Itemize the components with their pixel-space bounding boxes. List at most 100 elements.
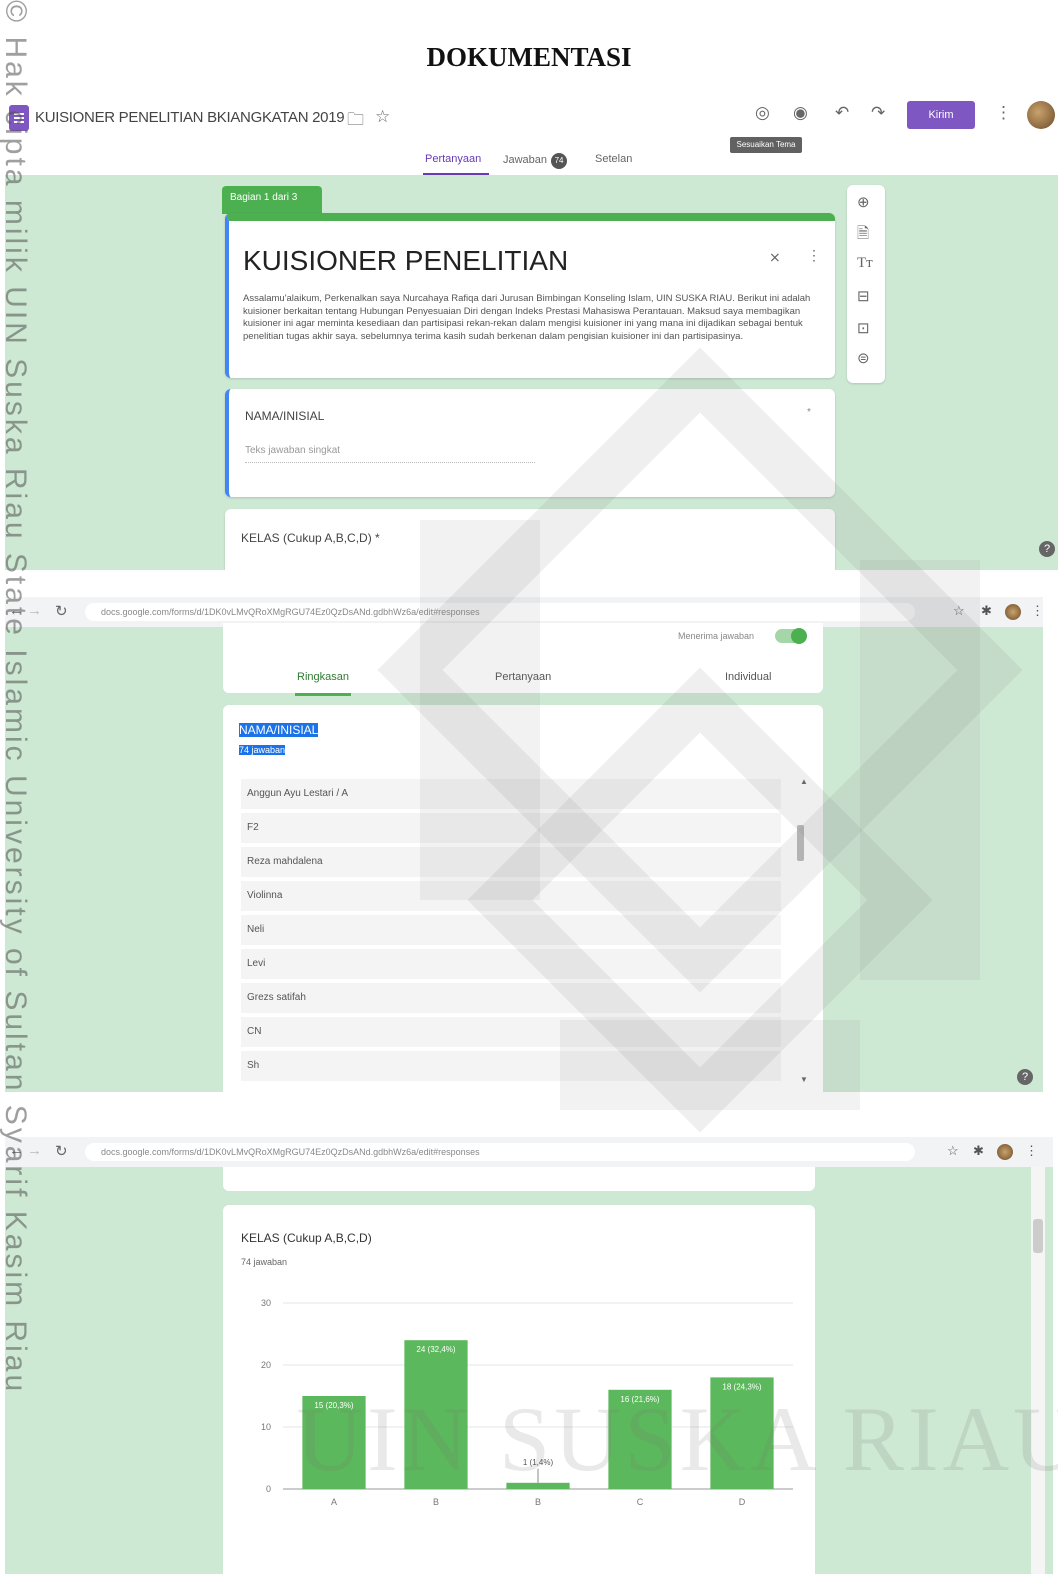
y-tick-label: 0 xyxy=(266,1484,271,1494)
forward-icon[interactable]: → xyxy=(27,602,42,619)
add-video-icon[interactable]: ⊡ xyxy=(857,319,870,337)
question-card-name[interactable]: NAMA/INISIAL * Teks jawaban singkat xyxy=(225,389,835,497)
avatar[interactable] xyxy=(1027,101,1055,129)
question-label[interactable]: KELAS (Cukup A,B,C,D) * xyxy=(241,531,380,545)
collapse-icon[interactable]: ⨯ xyxy=(769,249,781,266)
accepting-responses-label: Menerima jawaban xyxy=(678,631,755,641)
tab-summary[interactable]: Ringkasan xyxy=(297,671,349,683)
add-title-icon[interactable]: Tт xyxy=(857,255,873,272)
profile-avatar[interactable] xyxy=(1005,604,1021,620)
responses-count-badge: 74 xyxy=(551,153,568,169)
y-tick-label: 30 xyxy=(261,1298,271,1308)
response-count: 74 jawaban xyxy=(239,745,286,755)
floating-toolbar: ⊕ 🗎 Tт ⊟ ⊡ ⊜ xyxy=(847,185,885,383)
chart-title: KELAS (Cukup A,B,C,D) xyxy=(241,1231,372,1245)
tab-settings[interactable]: Setelan xyxy=(595,153,632,165)
card-title[interactable]: KUISIONER PENELITIAN xyxy=(243,245,568,277)
back-icon[interactable]: ← xyxy=(9,602,24,619)
extension-icon[interactable]: ✱ xyxy=(981,603,992,619)
form-header: KUISIONER PENELITIAN BKIANGKATAN 2019 🗀 … xyxy=(5,93,1058,176)
form-editor-screenshot: KUISIONER PENELITIAN BKIANGKATAN 2019 🗀 … xyxy=(5,93,1058,570)
data-label: 16 (21,6%) xyxy=(620,1395,659,1404)
bar-chart: 0 10 20 30 15 (20,3%) A 24 (32,4%) B 1 (1,4%) B 16… xyxy=(261,1298,793,1507)
more-vert-icon[interactable]: ⋮ xyxy=(995,103,1012,123)
bookmark-star-icon[interactable]: ☆ xyxy=(947,1143,959,1159)
import-questions-icon[interactable]: 🗎 xyxy=(857,223,869,248)
tab-responses-label: Jawaban xyxy=(503,154,548,166)
help-icon[interactable]: ? xyxy=(1039,541,1055,557)
form-title[interactable]: KUISIONER PENELITIAN BKIANGKATAN 2019 xyxy=(35,109,345,126)
y-tick-label: 20 xyxy=(261,1360,271,1370)
add-image-icon[interactable]: ⊟ xyxy=(857,287,870,305)
forms-app-icon[interactable] xyxy=(9,105,29,131)
address-bar[interactable]: docs.google.com/forms/d/1DK0vLMvQRoXMgRG… xyxy=(85,1143,915,1161)
list-scrollbar[interactable] xyxy=(797,825,804,861)
bar xyxy=(710,1377,774,1489)
tab-responses[interactable]: Jawaban 74 xyxy=(503,153,568,169)
data-label: 18 (24,3%) xyxy=(722,1382,761,1391)
scroll-up-icon[interactable]: ▲ xyxy=(800,777,808,786)
preview-eye-icon[interactable]: ◉ xyxy=(793,103,808,123)
tab-question[interactable]: Pertanyaan xyxy=(495,671,551,683)
responses-screenshot: ← → ↻ docs.google.com/forms/d/1DK0vLMvQR… xyxy=(5,597,1043,1092)
x-tick-label: C xyxy=(637,1497,644,1507)
list-item: Violinna xyxy=(241,881,781,911)
data-label: 1 (1,4%) xyxy=(523,1458,554,1467)
chart-screenshot: ← → ↻ docs.google.com/forms/d/1DK0vLMvQR… xyxy=(5,1137,1053,1574)
palette-icon[interactable]: ◎ xyxy=(755,103,770,123)
scroll-down-icon[interactable]: ▼ xyxy=(800,1075,808,1084)
theme-tooltip: Sesuaikan Tema xyxy=(730,137,802,153)
card-more-icon[interactable]: ⋮ xyxy=(807,247,821,264)
x-tick-label: D xyxy=(739,1497,746,1507)
browser-menu-icon[interactable]: ⋮ xyxy=(1025,1143,1038,1159)
bookmark-star-icon[interactable]: ☆ xyxy=(953,603,965,619)
list-item: Grezs satifah xyxy=(241,983,781,1013)
card-description[interactable]: Assalamu'alaikum, Perkenalkan saya Nurca… xyxy=(243,293,813,343)
x-tick-label: B xyxy=(535,1497,541,1507)
star-icon[interactable]: ☆ xyxy=(375,107,390,127)
list-item: Reza mahdalena xyxy=(241,847,781,877)
forward-icon[interactable]: → xyxy=(27,1142,42,1159)
required-asterisk-icon: * xyxy=(807,407,811,418)
redo-icon[interactable]: ↷ xyxy=(871,103,885,123)
question-card-class[interactable]: KELAS (Cukup A,B,C,D) * xyxy=(225,509,835,570)
profile-avatar[interactable] xyxy=(997,1144,1013,1160)
bar xyxy=(506,1482,570,1489)
y-tick-label: 10 xyxy=(261,1422,271,1432)
x-tick-label: B xyxy=(433,1497,439,1507)
section-label: Bagian 1 dari 3 xyxy=(222,186,322,214)
tab-individual[interactable]: Individual xyxy=(725,671,771,683)
responses-tabs-card: Menerima jawaban Ringkasan Pertanyaan In… xyxy=(223,623,823,696)
send-button[interactable]: Kirim xyxy=(907,101,975,129)
folder-icon[interactable]: 🗀 xyxy=(347,107,364,136)
question-label[interactable]: NAMA/INISIAL xyxy=(245,409,324,423)
question-label: NAMA/INISIAL xyxy=(239,723,319,737)
undo-icon[interactable]: ↶ xyxy=(835,103,849,123)
page-scrollbar[interactable] xyxy=(1033,1219,1043,1253)
chart-card: KELAS (Cukup A,B,C,D) 74 jawaban 0 10 20 30… xyxy=(223,1205,815,1574)
previous-card xyxy=(223,1167,815,1191)
add-question-icon[interactable]: ⊕ xyxy=(857,193,870,211)
address-bar[interactable]: docs.google.com/forms/d/1DK0vLMvQRoXMgRG… xyxy=(85,603,915,621)
form-title-card[interactable]: KUISIONER PENELITIAN ⨯ ⋮ Assalamu'alaiku… xyxy=(225,213,835,378)
back-icon[interactable]: ← xyxy=(9,1142,24,1159)
response-list: Anggun Ayu Lestari / A F2 Reza mahdalena… xyxy=(241,779,786,1085)
reload-icon[interactable]: ↻ xyxy=(55,1142,68,1160)
response-summary-card: NAMA/INISIAL 74 jawaban Anggun Ayu Lesta… xyxy=(223,705,823,1092)
help-icon[interactable]: ? xyxy=(1017,1069,1033,1085)
add-section-icon[interactable]: ⊜ xyxy=(857,349,870,367)
reload-icon[interactable]: ↻ xyxy=(55,602,68,620)
list-item: F2 xyxy=(241,813,781,843)
list-item: Anggun Ayu Lestari / A xyxy=(241,779,781,809)
data-label: 24 (32,4%) xyxy=(416,1345,455,1354)
bar xyxy=(404,1340,468,1489)
tab-questions[interactable]: Pertanyaan xyxy=(425,153,481,165)
accepting-responses-toggle[interactable] xyxy=(775,628,807,644)
list-item: Levi xyxy=(241,949,781,979)
chart-response-count: 74 jawaban xyxy=(241,1257,288,1267)
list-item: Sh xyxy=(241,1051,781,1081)
extension-icon[interactable]: ✱ xyxy=(973,1143,984,1159)
x-tick-label: A xyxy=(331,1497,337,1507)
browser-menu-icon[interactable]: ⋮ xyxy=(1031,603,1043,619)
data-label: 15 (20,3%) xyxy=(314,1401,353,1410)
